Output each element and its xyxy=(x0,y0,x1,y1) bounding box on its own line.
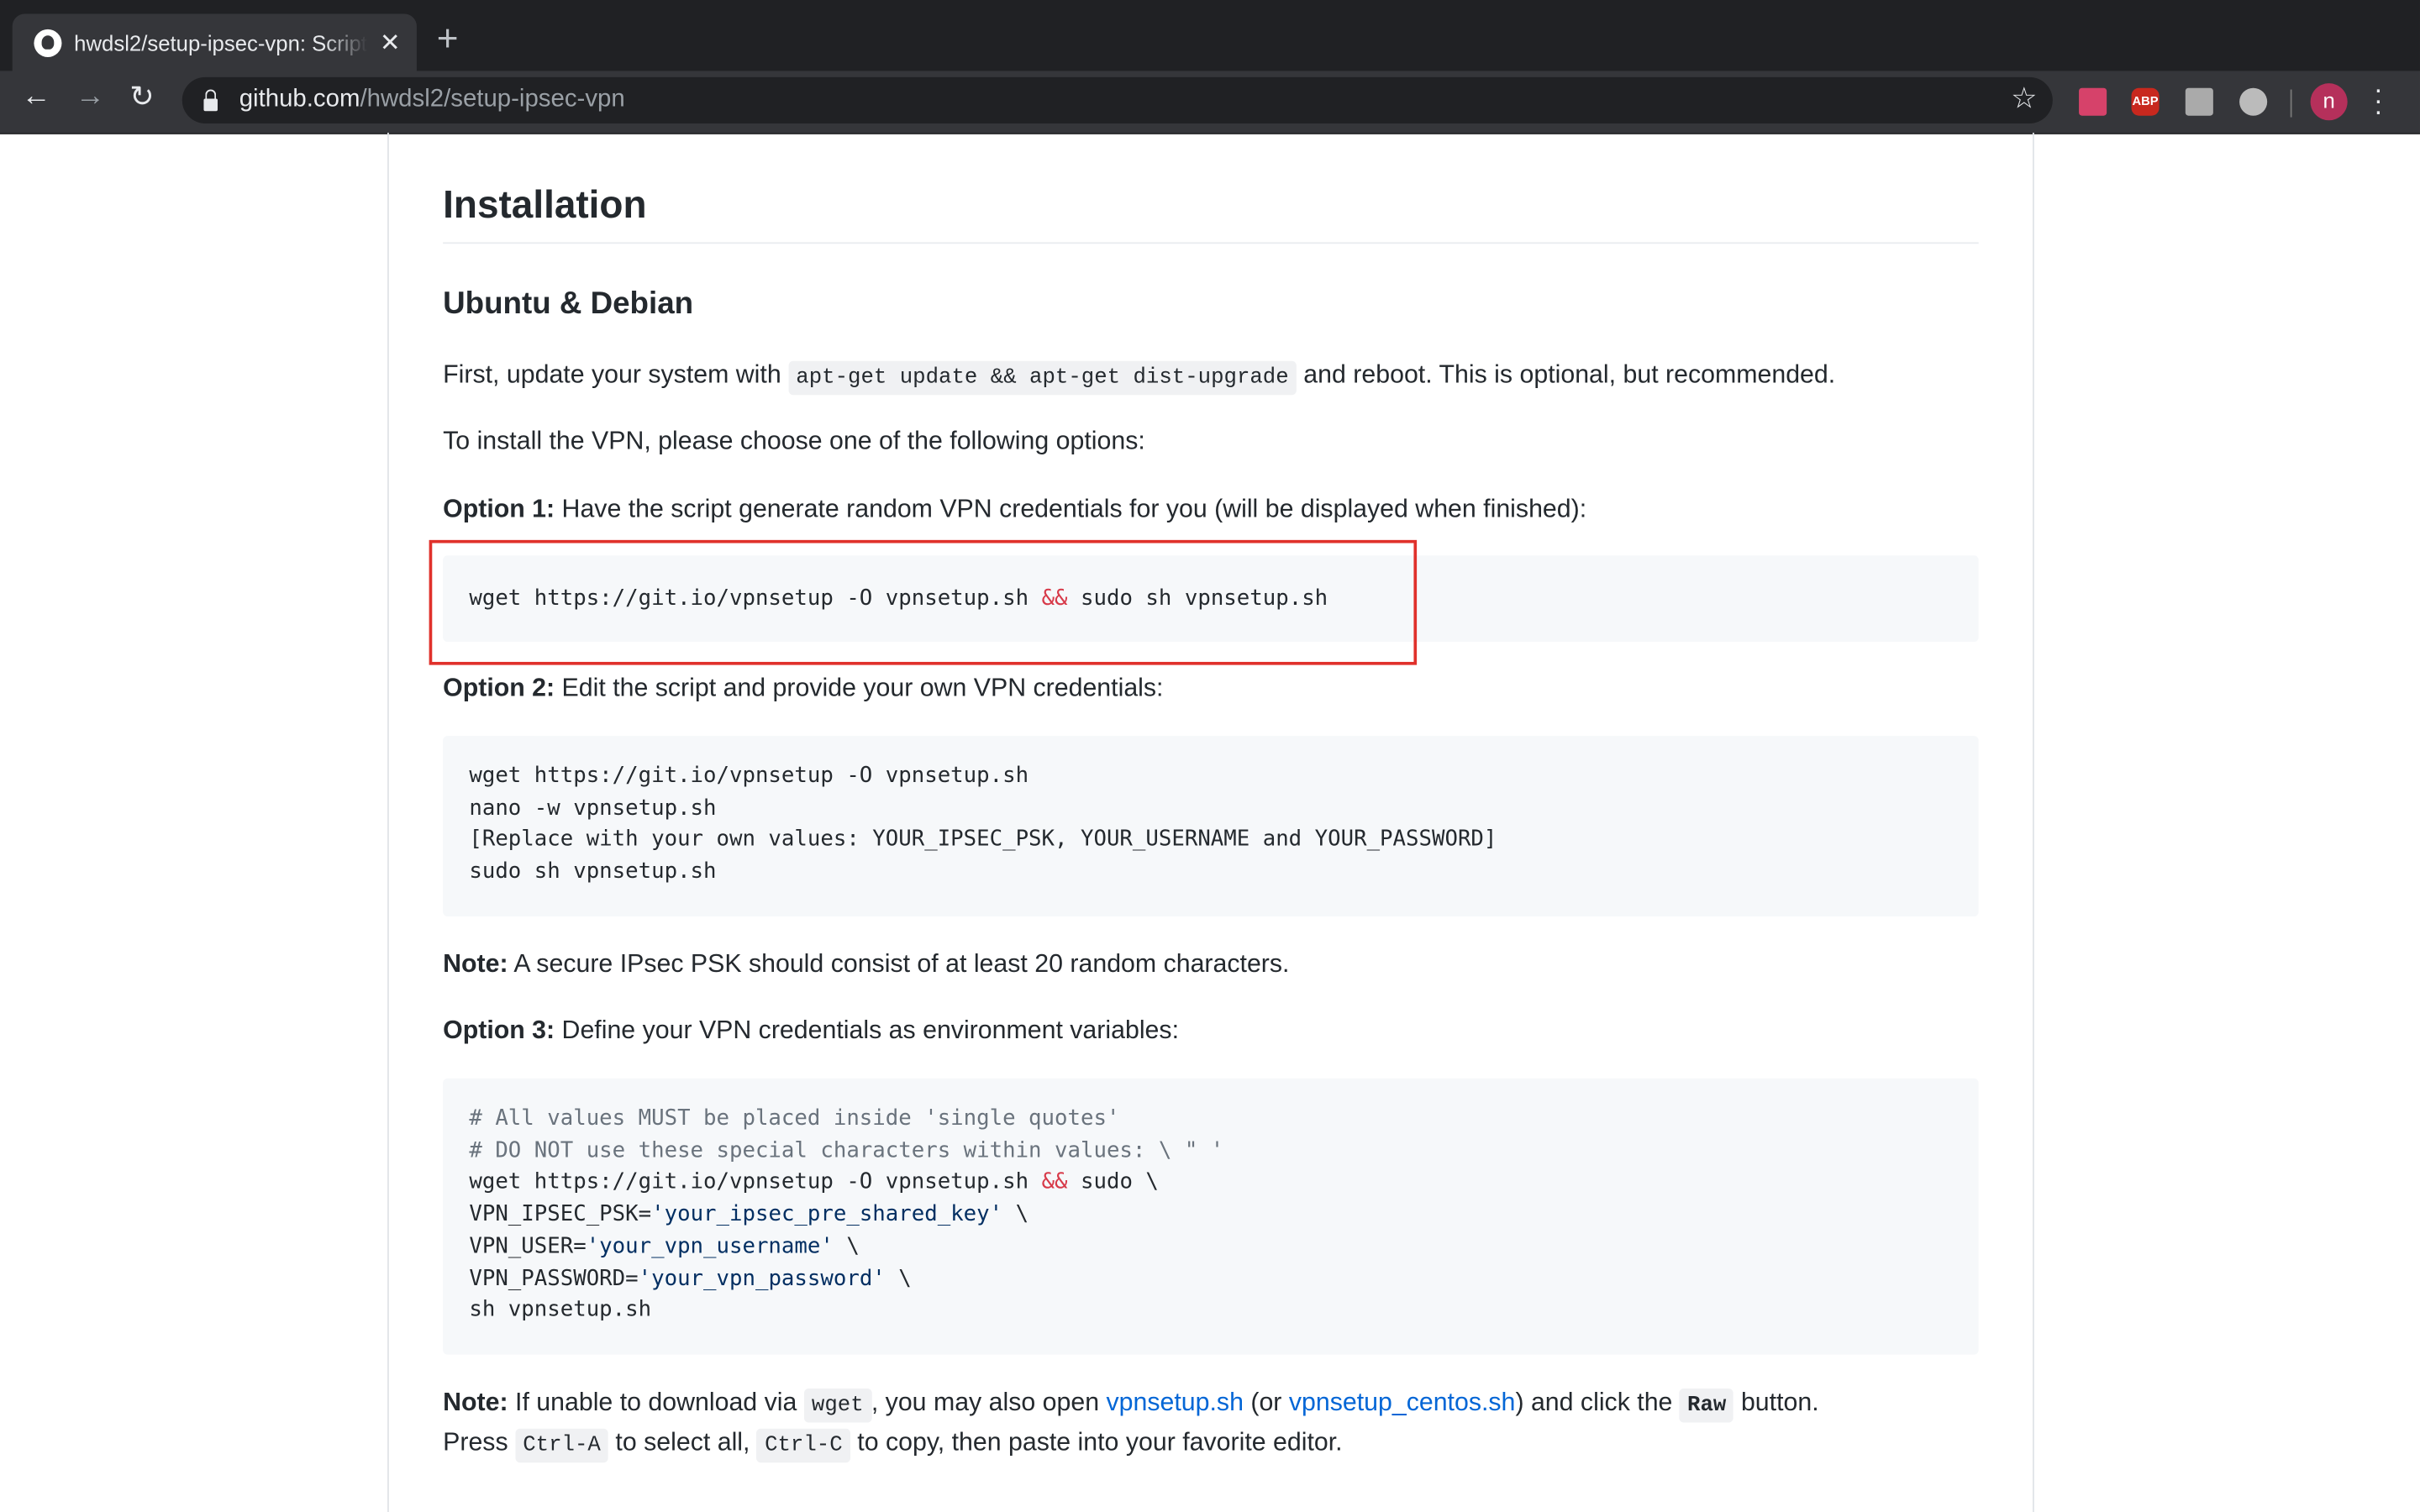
code-text: wget https://git.io/vpnsetup -O vpnsetup… xyxy=(469,764,1029,789)
url-host: github.com xyxy=(239,86,360,113)
text: Press xyxy=(443,1428,516,1457)
code-string: 'your_vpn_password' xyxy=(638,1266,886,1291)
bed-extension-icon[interactable] xyxy=(2079,87,2107,116)
bold-label: Note: xyxy=(443,1389,508,1417)
code-block[interactable]: # All values MUST be placed inside 'sing… xyxy=(443,1078,1979,1355)
text: Have the script generate random VPN cred… xyxy=(555,495,1587,523)
text: Define your VPN credentials as environme… xyxy=(555,1016,1180,1045)
github-icon xyxy=(34,28,62,57)
paragraph: Option 2: Edit the script and provide yo… xyxy=(443,668,1163,708)
paragraph: First, update your system with apt-get u… xyxy=(443,354,1835,397)
paragraph: Option 1: Have the script generate rando… xyxy=(443,489,1586,529)
url-path: /hwdsl2/setup-ipsec-vpn xyxy=(360,86,625,113)
inline-code: Ctrl-C xyxy=(756,1428,850,1463)
code-text: VPN_PASSWORD= xyxy=(469,1266,639,1291)
link-vpnsetup-sh[interactable]: vpnsetup.sh xyxy=(1107,1389,1244,1416)
code-line: [Replace with your own values: YOUR_IPSE… xyxy=(469,825,1952,857)
inline-code: apt-get update && apt-get dist-upgrade xyxy=(788,360,1297,396)
magnet-extension-icon[interactable] xyxy=(2239,87,2268,116)
text: , you may also open xyxy=(871,1389,1107,1417)
code-text: nano -w vpnsetup.sh xyxy=(469,795,717,821)
bold-label: Option 2: xyxy=(443,674,555,702)
code-text: [Replace with your own values: YOUR_IPSE… xyxy=(469,827,1497,853)
lock-icon xyxy=(203,88,218,111)
tab-strip: hwdsl2/setup-ipsec-vpn: Scripts to build… xyxy=(0,0,2420,71)
readme-content: Installation Ubuntu & Debian First, upda… xyxy=(387,132,2034,1512)
url-text: github.com/hwdsl2/setup-ipsec-vpn xyxy=(239,87,625,114)
code-comment: # All values MUST be placed inside 'sing… xyxy=(469,1105,1120,1131)
text: If unable to download via xyxy=(508,1389,804,1417)
back-icon[interactable]: ← xyxy=(22,81,51,114)
inline-code: Raw xyxy=(1679,1389,1734,1423)
code-line: VPN_USER='your_vpn_username' \ xyxy=(469,1231,1952,1263)
inline-code: Ctrl-A xyxy=(515,1428,609,1463)
profile-avatar[interactable]: n xyxy=(2310,83,2348,121)
code-text: VPN_IPSEC_PSK= xyxy=(469,1202,652,1227)
paragraph: Note: If unable to download via wget, yo… xyxy=(443,1383,1819,1425)
code-line: wget https://git.io/vpnsetup -O vpnsetup… xyxy=(469,1167,1952,1199)
text: A secure IPsec PSK should consist of at … xyxy=(508,950,1290,979)
code-text: sudo \ xyxy=(1067,1169,1159,1195)
adblock-plus-icon[interactable]: ABP xyxy=(2131,87,2160,116)
code-line: # All values MUST be placed inside 'sing… xyxy=(469,1103,1952,1135)
code-line: VPN_IPSEC_PSK='your_ipsec_pre_shared_key… xyxy=(469,1199,1952,1231)
code-line: sudo sh vpnsetup.sh xyxy=(469,857,1952,889)
text: button. xyxy=(1733,1389,1819,1417)
toolbar: ← → ↻ github.com/hwdsl2/setup-ipsec-vpn … xyxy=(0,71,2420,134)
code-string: 'your_vpn_username' xyxy=(586,1234,834,1259)
code-text: \ xyxy=(885,1266,912,1291)
code-block[interactable]: wget https://git.io/vpnsetup -O vpnsetup… xyxy=(443,736,1979,917)
forward-icon[interactable]: → xyxy=(76,81,105,114)
code-line: wget https://git.io/vpnsetup -O vpnsetup… xyxy=(469,761,1952,793)
subsection-heading: Ubuntu & Debian xyxy=(443,286,694,322)
code-text: \ xyxy=(833,1234,860,1259)
code-text: wget https://git.io/vpnsetup -O vpnsetup… xyxy=(469,1169,1042,1195)
paragraph: To install the VPN, please choose one of… xyxy=(443,421,1145,461)
code-comment: # DO NOT use these special characters wi… xyxy=(469,1137,1224,1163)
link-vpnsetup-centos-sh[interactable]: vpnsetup_centos.sh xyxy=(1289,1389,1516,1416)
close-tab-icon[interactable]: ✕ xyxy=(380,27,401,58)
text: to select all, xyxy=(608,1428,757,1457)
bold-label: Note: xyxy=(443,950,508,979)
text: First, update your system with xyxy=(443,360,789,389)
code-line: sh vpnsetup.sh xyxy=(469,1294,1952,1326)
code-text: sudo sh vpnsetup.sh xyxy=(469,859,717,885)
text: ) and click the xyxy=(1515,1389,1680,1417)
text: and reboot. This is optional, but recomm… xyxy=(1296,360,1836,389)
code-text: VPN_USER= xyxy=(469,1234,587,1259)
bold-label: Option 3: xyxy=(443,1016,555,1045)
paragraph: Option 3: Define your VPN credentials as… xyxy=(443,1011,1179,1051)
section-heading: Installation xyxy=(443,184,1979,244)
address-bar[interactable]: github.com/hwdsl2/setup-ipsec-vpn ☆ xyxy=(182,76,2053,123)
code-operator: && xyxy=(1041,1169,1068,1195)
code-line: # DO NOT use these special characters wi… xyxy=(469,1135,1952,1167)
inline-code: wget xyxy=(803,1389,871,1423)
browser-window: hwdsl2/setup-ipsec-vpn: Scripts to build… xyxy=(0,0,2420,1512)
paragraph: Note: A secure IPsec PSK should consist … xyxy=(443,944,1289,984)
bookmark-star-icon[interactable]: ☆ xyxy=(2011,81,2037,117)
text: (or xyxy=(1243,1389,1289,1417)
tab-active[interactable]: hwdsl2/setup-ipsec-vpn: Scripts to build… xyxy=(12,13,417,71)
reload-icon[interactable]: ↻ xyxy=(129,81,154,116)
code-text: \ xyxy=(1002,1202,1029,1227)
code-line: nano -w vpnsetup.sh xyxy=(469,793,1952,825)
toolbar-divider xyxy=(2290,89,2292,118)
paragraph: Press Ctrl-A to select all, Ctrl-C to co… xyxy=(443,1422,1343,1465)
code-text: sh vpnsetup.sh xyxy=(469,1298,652,1323)
google-translate-icon[interactable] xyxy=(2185,87,2213,116)
new-tab-button[interactable]: + xyxy=(437,18,459,61)
text: Edit the script and provide your own VPN… xyxy=(555,674,1164,702)
text: to copy, then paste into your favorite e… xyxy=(850,1428,1343,1457)
bold-label: Option 1: xyxy=(443,495,555,523)
highlight-box xyxy=(429,539,1418,665)
kebab-menu-icon[interactable]: · · · xyxy=(2374,76,2383,125)
code-string: 'your_ipsec_pre_shared_key' xyxy=(651,1202,1003,1227)
tab-title: hwdsl2/setup-ipsec-vpn: Scripts to build… xyxy=(74,29,367,55)
text: To install the VPN, please choose one of… xyxy=(443,427,1145,455)
code-line: VPN_PASSWORD='your_vpn_password' \ xyxy=(469,1263,1952,1294)
